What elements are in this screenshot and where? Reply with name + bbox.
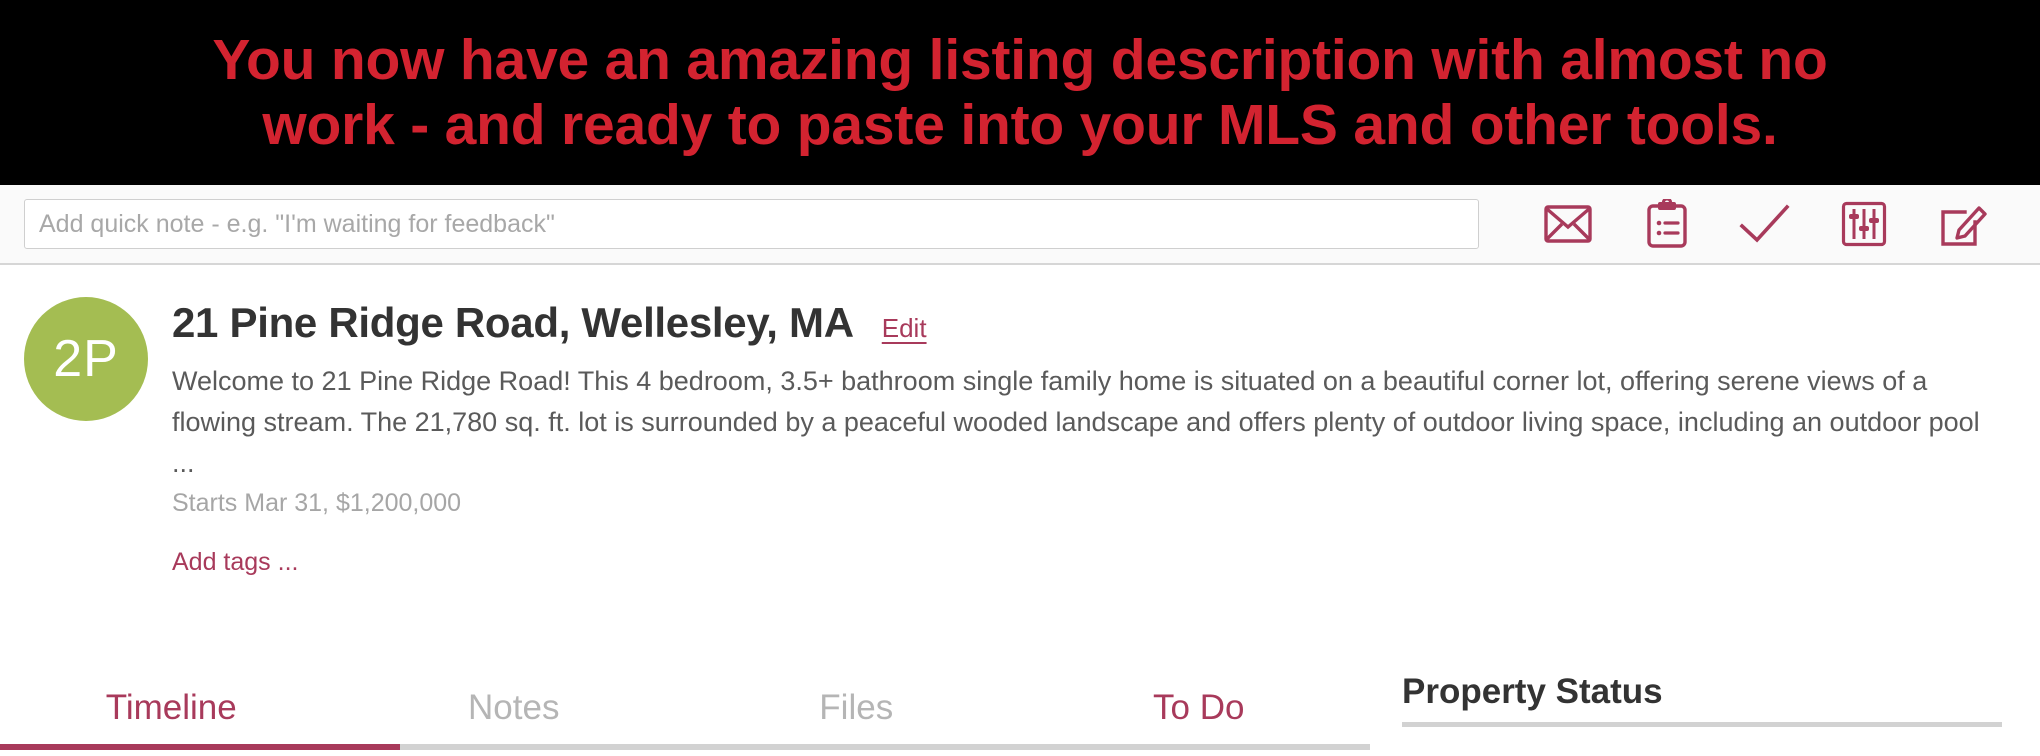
title-row: 21 Pine Ridge Road, Wellesley, MA Edit (172, 299, 2016, 347)
tab-underline-track (0, 744, 1370, 750)
quick-note-input[interactable] (24, 199, 1479, 249)
tab-bar: Timeline Notes Files To Do (0, 672, 1370, 756)
sliders-icon (1841, 201, 1887, 247)
property-status-divider (1402, 722, 2002, 727)
listing-description: Welcome to 21 Pine Ridge Road! This 4 be… (172, 366, 1980, 478)
email-button[interactable] (1537, 196, 1599, 252)
app-root: You now have an amazing listing descript… (0, 0, 2040, 756)
quick-note-toolbar (0, 185, 2040, 265)
checkmark-icon (1739, 204, 1791, 244)
toolbar-actions (1479, 196, 2016, 252)
compose-button[interactable] (1932, 196, 1994, 252)
tab-files[interactable]: Files (685, 672, 1028, 744)
record-header: 2P 21 Pine Ridge Road, Wellesley, MA Edi… (0, 267, 2040, 577)
complete-button[interactable] (1734, 196, 1796, 252)
notes-button[interactable] (1636, 196, 1698, 252)
annotation-banner-line-1: You now have an amazing listing descript… (212, 27, 1828, 92)
annotation-banner-line-2: work - and ready to paste into your MLS … (262, 92, 1778, 157)
tab-notes[interactable]: Notes (343, 672, 686, 744)
listing-meta: Starts Mar 31, $1,200,000 (172, 489, 462, 517)
add-tags-link[interactable]: Add tags ... (172, 548, 298, 577)
tab-timeline[interactable]: Timeline (0, 672, 343, 744)
email-icon (1544, 205, 1592, 243)
property-status-title: Property Status (1402, 672, 1663, 711)
clipboard-list-icon (1646, 199, 1688, 249)
tab-active-indicator (0, 744, 400, 750)
avatar: 2P (24, 297, 148, 421)
tab-to-do[interactable]: To Do (1028, 672, 1371, 744)
annotation-banner: You now have an amazing listing descript… (0, 0, 2040, 185)
page-title: 21 Pine Ridge Road, Wellesley, MA (172, 299, 854, 346)
settings-button[interactable] (1833, 196, 1895, 252)
compose-icon (1939, 200, 1987, 248)
property-status-panel: Property Status (1402, 672, 2040, 756)
edit-link[interactable]: Edit (882, 313, 927, 344)
